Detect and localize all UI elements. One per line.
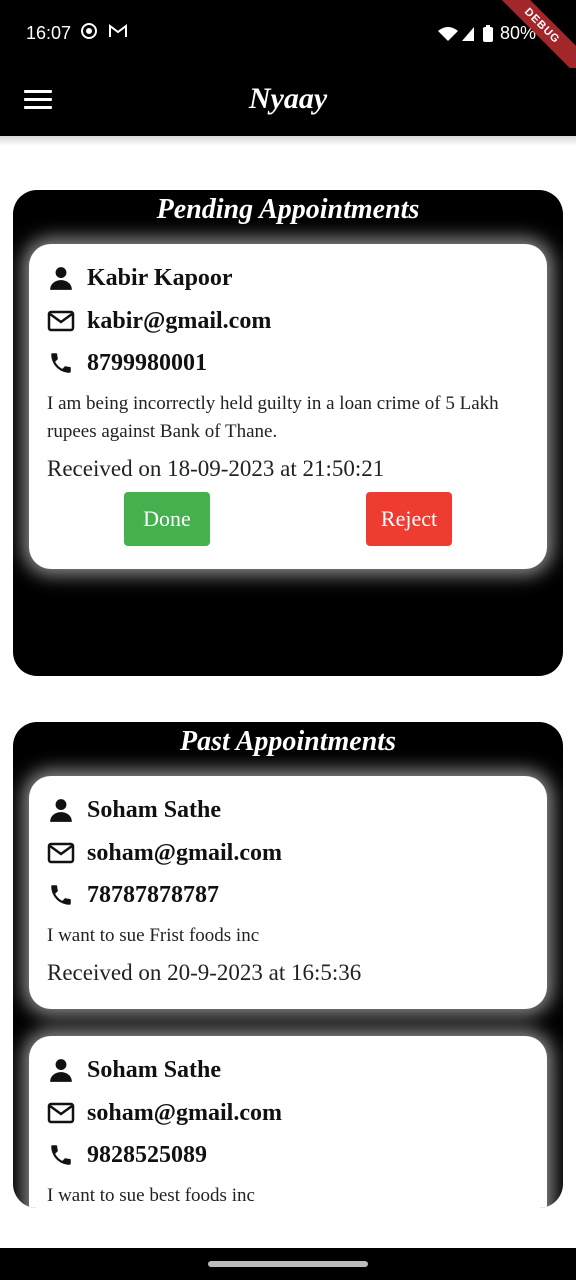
wifi-icon	[437, 26, 474, 41]
appointment-message: I am being incorrectly held guilty in a …	[47, 393, 499, 442]
past-appointment-card: Soham Sathe soham@gmail.com 9828525089 I…	[29, 1036, 547, 1208]
appointment-message: I want to sue best foods inc	[47, 1185, 255, 1206]
status-bar: 16:07 80% DEBUG	[0, 0, 576, 83]
record-icon	[81, 23, 97, 39]
past-appointments-panel: Past Appointments Soham Sathe soham@gmai…	[13, 722, 563, 1208]
received-timestamp: Received on 18-09-2023 at 21:50:21	[47, 456, 385, 481]
appointment-message: I want to sue Frist foods inc	[47, 925, 260, 946]
past-title: Past Appointments	[179, 726, 396, 757]
pending-appointment-card: Kabir Kapoor kabir@gmail.com 8799980001 …	[29, 244, 547, 569]
done-button[interactable]: Done	[124, 492, 210, 546]
client-phone: 8799980001	[87, 349, 207, 376]
phone-icon	[47, 881, 75, 909]
system-nav-bar	[0, 1248, 576, 1280]
home-handle[interactable]	[208, 1261, 368, 1267]
app-title: Nyaay	[248, 82, 328, 115]
battery-icon	[482, 24, 493, 42]
mail-icon	[47, 1099, 75, 1127]
person-icon	[47, 1056, 75, 1084]
person-icon	[47, 264, 75, 292]
received-timestamp: Received on 20-9-2023 at 16:5:36	[47, 960, 362, 985]
client-email: soham@gmail.com	[87, 839, 282, 866]
reject-button[interactable]: Reject	[366, 492, 452, 546]
phone-icon	[47, 1141, 75, 1169]
client-email: kabir@gmail.com	[87, 307, 272, 334]
pending-appointments-panel: Pending Appointments Kabir Kapoor kabir@…	[13, 190, 563, 676]
mail-icon	[47, 839, 75, 867]
phone-icon	[47, 349, 75, 377]
client-name: Soham Sathe	[87, 1056, 222, 1083]
app-bar: Nyaay	[0, 68, 576, 136]
past-appointment-card: Soham Sathe soham@gmail.com 78787878787 …	[29, 776, 547, 1009]
client-phone: 9828525089	[87, 1141, 207, 1168]
client-phone: 78787878787	[87, 881, 219, 908]
pending-title: Pending Appointments	[156, 194, 420, 225]
client-name: Soham Sathe	[87, 796, 222, 823]
status-time: 16:07	[26, 23, 72, 43]
gmail-icon	[109, 24, 127, 37]
client-email: soham@gmail.com	[87, 1099, 282, 1126]
person-icon	[47, 796, 75, 824]
mail-icon	[47, 307, 75, 335]
client-name: Kabir Kapoor	[87, 264, 233, 291]
